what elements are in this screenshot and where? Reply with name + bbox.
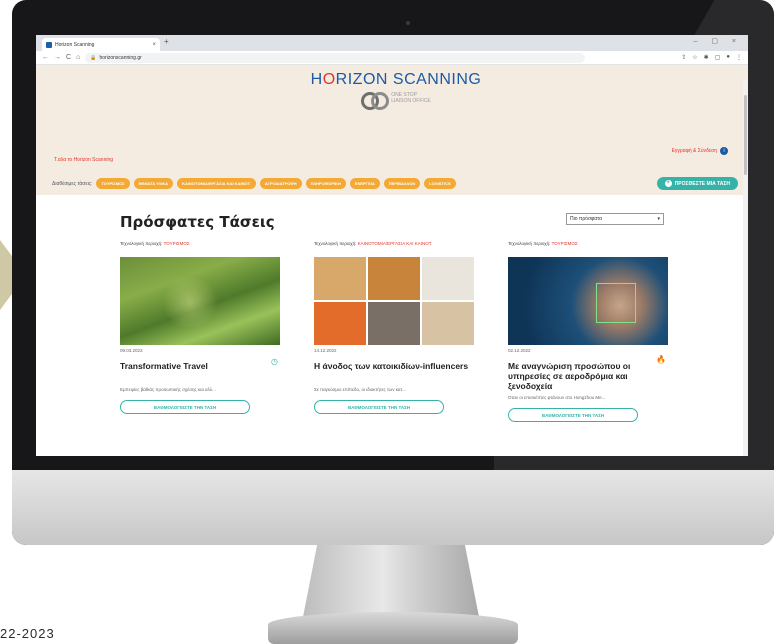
image-tile: [422, 257, 474, 300]
card-date: 14.12.2022: [314, 348, 337, 353]
rate-trend-button[interactable]: ΒΑΘΜΟΛΟΓΕΙΣΤΕ ΤΗΝ ΤΑΣΗ: [120, 400, 250, 414]
area-value[interactable]: ΤΟΥΡΙΣΜΟΣ: [552, 241, 578, 246]
filter-pill[interactable]: LOGISTICS: [424, 178, 456, 189]
area-label: Τεχνολογική περιοχή:: [314, 241, 357, 246]
site-logo[interactable]: HORIZON SCANNING ONE STOP LIAISON OFFICE: [296, 71, 496, 110]
login-link[interactable]: Εγγραφή & Σύνδεση i: [672, 147, 728, 155]
face-scan-frame: [596, 283, 636, 323]
plus-icon: +: [664, 180, 672, 187]
card-title[interactable]: Η άνοδος των κατοικιδίων-influencers: [314, 361, 474, 383]
tab-title: Horizon Scanning: [55, 41, 95, 48]
add-trend-button[interactable]: + ΠΡΟΣΘΕΣΤΕ ΜΙΑ ΤΑΣΗ: [656, 177, 738, 190]
logo-letter-o: O: [322, 71, 336, 88]
camera-dot: [406, 21, 410, 25]
card-date: 09.03.2023: [120, 348, 143, 353]
trend-filter-bar: Διαθέσιμες τάσεις: ΤΟΥΡΙΣΜΟΣ ΘΕΜΑΤΑ ΥΛΙΚ…: [52, 177, 738, 190]
monitor-stand: [303, 545, 479, 617]
back-icon[interactable]: ←: [42, 54, 49, 61]
logo-sub-line2: LIAISON OFFICE: [391, 98, 431, 104]
toolbar-actions: ⇪ ☆ ✱ ▢ ● ⋮: [681, 54, 742, 61]
image-tile: [422, 302, 474, 345]
browser-tab[interactable]: Horizon Scanning ×: [42, 38, 160, 51]
share-icon[interactable]: ⇪: [681, 54, 686, 61]
filter-pill[interactable]: ΤΟΥΡΙΣΜΟΣ: [96, 178, 130, 189]
main-content: Πρόσφατες Τάσεις Πιο πρόσφατα ▾ Τεχνολογ…: [36, 195, 748, 456]
card-image[interactable]: [314, 257, 474, 345]
logo-letter-h: H: [310, 71, 323, 88]
monitor-stand-base: [268, 612, 518, 644]
lock-icon: 🔒: [90, 54, 97, 61]
new-tab-button[interactable]: +: [164, 37, 169, 46]
card-area: Τεχνολογική περιοχή: ΚΑΙΝΟΤΟΜΙΑ/ΕΡΓΑΣΙΑ …: [314, 241, 474, 257]
sort-value: Πιο πρόσφατα: [570, 216, 602, 222]
card-title[interactable]: Transformative Travel: [120, 361, 280, 383]
logo-text-rest: RIZON SCANNING: [335, 71, 482, 88]
trend-cards: Τεχνολογική περιοχή: ΤΟΥΡΙΣΜΟΣ 09.03.202…: [120, 241, 668, 422]
favicon-icon: [46, 41, 52, 48]
logo-infinity-icon: [361, 91, 390, 110]
area-label: Τεχνολογική περιοχή:: [508, 241, 551, 246]
sidebar-icon[interactable]: ▢: [715, 54, 721, 61]
logo-title: HORIZON SCANNING: [296, 71, 496, 89]
filter-pill[interactable]: ΚΑΙΝΟΤΟΜΙΑ/ΕΡΓΑΣΙΑ ΚΑΙ ΚΑΙΝΟΤ.: [177, 178, 256, 189]
card-area: Τεχνολογική περιοχή: ΤΟΥΡΙΣΜΟΣ: [120, 241, 280, 257]
tab-close-icon[interactable]: ×: [152, 42, 156, 48]
site-header: HORIZON SCANNING ONE STOP LIAISON OFFICE…: [36, 65, 748, 195]
chevron-down-icon: ▾: [657, 216, 660, 222]
welcome-text: Τ.αλα το Horizon Scanning: [54, 157, 114, 163]
filter-pill[interactable]: ΠΛΗΡΟΦΟΡΙΚΗ: [305, 178, 346, 189]
star-icon[interactable]: ☆: [692, 54, 697, 61]
reload-icon[interactable]: C: [66, 54, 71, 61]
scrollbar-thumb[interactable]: [744, 95, 747, 175]
flame-icon: 🔥: [656, 355, 666, 364]
screen: Horizon Scanning × + – ▢ × ← → C ⌂ 🔒 hor…: [36, 35, 748, 456]
url-text: horizonscanning.gr: [99, 54, 142, 61]
window-controls[interactable]: – ▢ ×: [694, 37, 742, 45]
card-area: Τεχνολογική περιοχή: ΤΟΥΡΙΣΜΟΣ: [508, 241, 668, 257]
extensions-icon[interactable]: ✱: [704, 54, 709, 61]
profile-icon[interactable]: ●: [726, 54, 730, 61]
rate-trend-button[interactable]: ΒΑΘΜΟΛΟΓΕΙΣΤΕ ΤΗΝ ΤΑΣΗ: [314, 400, 444, 414]
card-excerpt: Εμπειρίες βαθιάς προσωπικής σχέσης και α…: [120, 387, 216, 392]
image-tile: [368, 302, 420, 345]
browser-tabstrip: Horizon Scanning × + – ▢ ×: [36, 35, 748, 51]
card-excerpt: Όταν οι επισκέπτες φτάνουν στο Hongzhou …: [508, 395, 606, 400]
filter-pill[interactable]: ΘΕΜΑΤΑ ΥΛΙΚΑ: [133, 178, 174, 189]
trend-card[interactable]: Τεχνολογική περιοχή: ΤΟΥΡΙΣΜΟΣ 02.12.202…: [508, 241, 668, 422]
menu-icon[interactable]: ⋮: [736, 54, 742, 61]
login-label: Εγγραφή & Σύνδεση: [671, 148, 717, 154]
card-image[interactable]: [120, 257, 280, 345]
filter-label: Διαθέσιμες τάσεις:: [52, 180, 93, 187]
page-title: Πρόσφατες Τάσεις: [120, 213, 275, 231]
rate-trend-button[interactable]: ΒΑΘΜΟΛΟΓΕΙΣΤΕ ΤΗΝ ΤΑΣΗ: [508, 408, 638, 422]
monitor-chin: [12, 470, 774, 545]
browser-toolbar: ← → C ⌂ 🔒 horizonscanning.gr ⇪ ☆ ✱ ▢ ● ⋮: [36, 51, 748, 65]
info-icon[interactable]: i: [720, 147, 728, 155]
image-tile: [314, 257, 366, 300]
footer-date: 22-2023: [0, 626, 55, 641]
card-excerpt: Σε παγκόσμιο επίπεδο, οι ιδιοκτήτες των …: [314, 387, 407, 392]
filter-pill[interactable]: ΑΓΡΟΔΙΑΤΡΟΦΗ: [259, 178, 302, 189]
card-date: 02.12.2022: [508, 348, 531, 353]
area-value[interactable]: ΚΑΙΝΟΤΟΜΙΑ/ΕΡΓΑΣΙΑ ΚΑΙ ΚΑΙΝΟΤ.: [358, 241, 433, 246]
logo-subtitle: ONE STOP LIAISON OFFICE: [391, 92, 430, 104]
trend-card[interactable]: Τεχνολογική περιοχή: ΤΟΥΡΙΣΜΟΣ 09.03.202…: [120, 241, 280, 422]
image-tile: [368, 257, 420, 300]
filter-pill[interactable]: ΕΝΕΡΓΕΙΑ: [349, 178, 380, 189]
area-value[interactable]: ΤΟΥΡΙΣΜΟΣ: [164, 241, 190, 246]
page-scrollbar[interactable]: [743, 81, 748, 456]
card-title[interactable]: Με αναγνώριση προσώπου οι υπηρεσίες σε α…: [508, 361, 668, 391]
image-tile: [314, 302, 366, 345]
clock-icon: ◷: [271, 357, 278, 366]
filter-pill[interactable]: ΠΕΡΙΒΑΛΛΟΝ: [383, 178, 421, 189]
trend-card[interactable]: Τεχνολογική περιοχή: ΚΑΙΝΟΤΟΜΙΑ/ΕΡΓΑΣΙΑ …: [314, 241, 474, 422]
forward-icon[interactable]: →: [54, 54, 61, 61]
area-label: Τεχνολογική περιοχή:: [120, 241, 163, 246]
card-image[interactable]: [508, 257, 668, 345]
address-bar[interactable]: 🔒 horizonscanning.gr: [85, 52, 586, 63]
logo-subline: ONE STOP LIAISON OFFICE: [296, 91, 496, 110]
home-icon[interactable]: ⌂: [76, 54, 80, 61]
add-trend-label: ΠΡΟΣΘΕΣΤΕ ΜΙΑ ΤΑΣΗ: [674, 180, 730, 187]
sort-dropdown[interactable]: Πιο πρόσφατα ▾: [566, 213, 664, 225]
